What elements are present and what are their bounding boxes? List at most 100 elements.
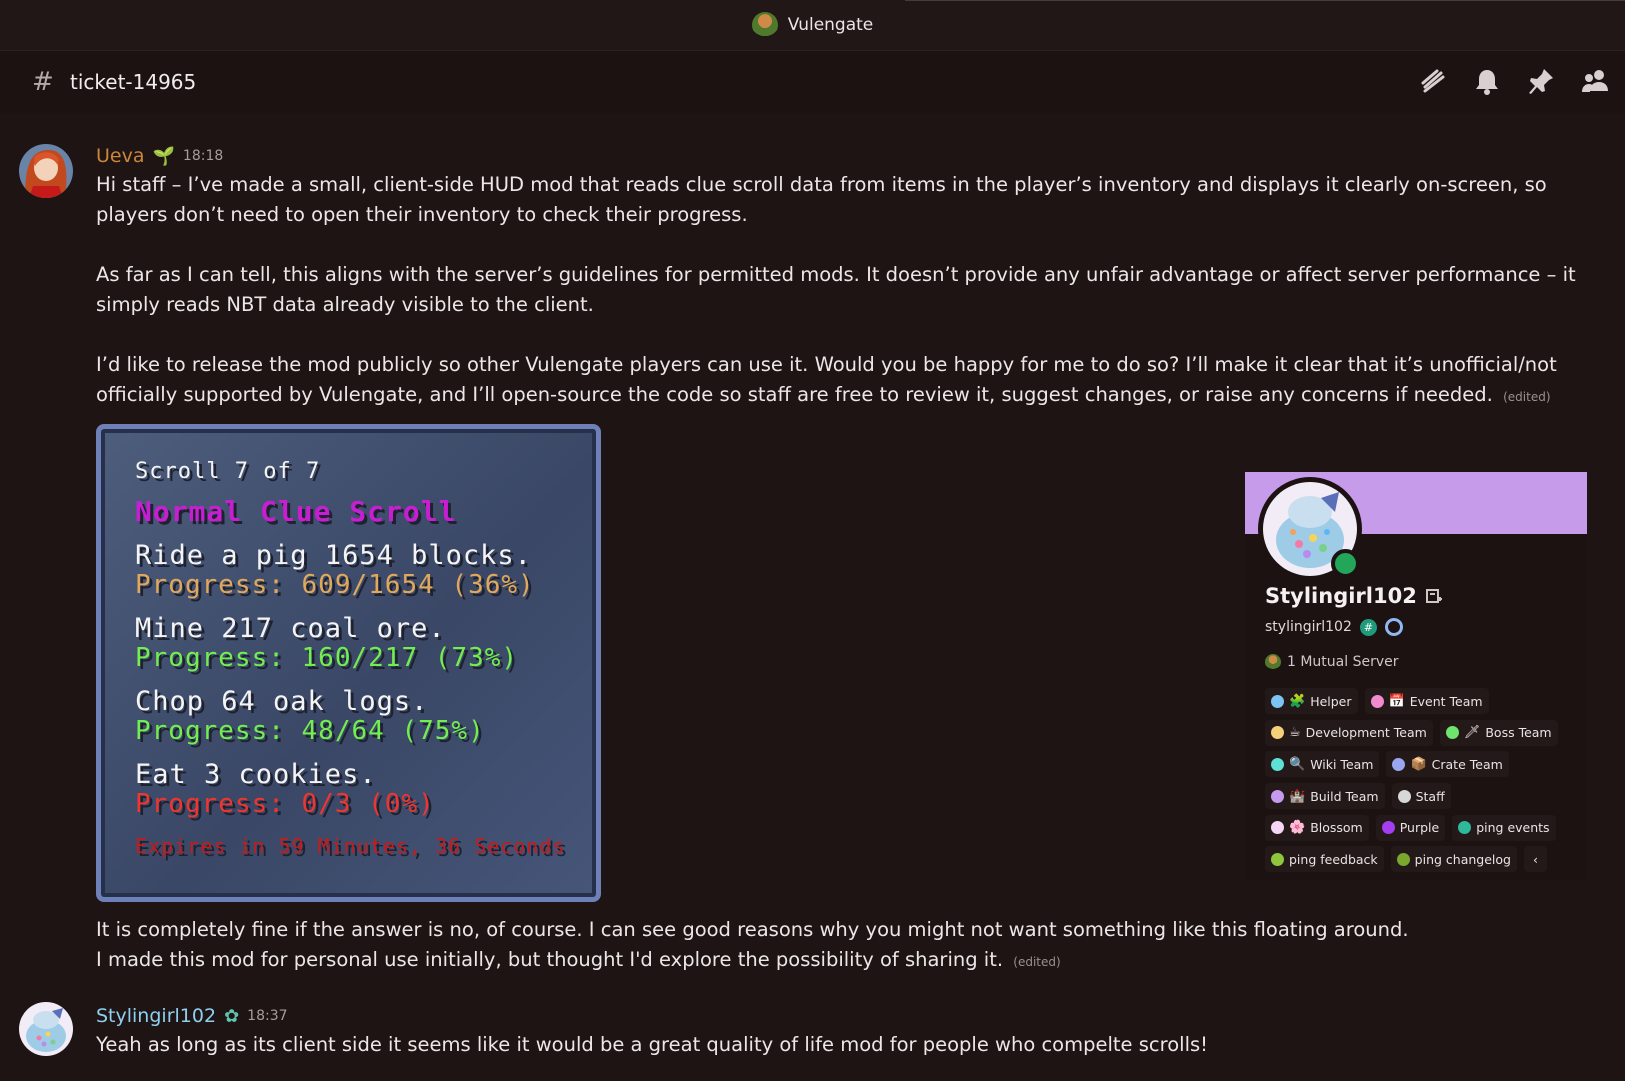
- titlebar-divider: [905, 0, 1625, 1]
- header-toolbar: [1417, 65, 1611, 97]
- message-meta: Ueva 🌱 18:18: [96, 142, 1611, 170]
- role-color-dot: [1396, 852, 1410, 866]
- task-text: Mine 217 coal ore.: [135, 613, 446, 644]
- role-emoji-icon: 🗡: [1463, 725, 1481, 741]
- author-name[interactable]: Ueva: [96, 145, 144, 167]
- message-paragraph: I made this mod for personal use initial…: [96, 945, 1611, 977]
- channel-name: ticket-14965: [70, 70, 197, 94]
- role-color-dot: [1397, 789, 1411, 803]
- hashtag-badge-icon: #: [1359, 618, 1377, 636]
- profile-username: stylingirl102 #: [1265, 618, 1403, 636]
- task-text: Eat 3 cookies.: [135, 759, 377, 790]
- role-color-dot: [1392, 757, 1406, 771]
- threads-icon[interactable]: [1417, 65, 1449, 97]
- task-progress: Progress: 48/64 (75%): [135, 716, 485, 746]
- role-pill[interactable]: 🏰 Build Team: [1265, 783, 1385, 810]
- role-pill[interactable]: Staff: [1391, 783, 1451, 810]
- task-text: Chop 64 oak logs.: [135, 686, 429, 717]
- message-body: Yeah as long as its client side it seems…: [96, 1033, 1208, 1056]
- role-pill[interactable]: ☕ Development Team: [1265, 719, 1433, 746]
- avatar[interactable]: [19, 144, 73, 198]
- role-emoji-icon: 🔍: [1289, 756, 1306, 772]
- role-name: Build Team: [1310, 788, 1379, 804]
- message-paragraph: Hi staff – I’ve made a small, client-sid…: [96, 173, 1547, 226]
- role-pill[interactable]: 🧩 Helper: [1265, 688, 1358, 714]
- mutual-servers[interactable]: 1 Mutual Server: [1265, 654, 1399, 670]
- image-attachment-profile-card[interactable]: Stylingirl102 stylingirl102 # 1 Mutual S…: [1245, 472, 1587, 880]
- online-status-icon: [1331, 549, 1360, 578]
- role-name: Staff: [1415, 788, 1445, 804]
- role-pill[interactable]: ping feedback: [1265, 846, 1384, 873]
- role-emoji-icon: 🌸: [1289, 820, 1306, 836]
- task-progress: Progress: 160/217 (73%): [135, 643, 519, 673]
- sprout-badge-icon: 🌱: [152, 145, 175, 167]
- note-icon[interactable]: [1425, 587, 1443, 605]
- members-icon[interactable]: [1579, 65, 1611, 97]
- scroll-type: Normal Clue Scroll: [135, 495, 457, 528]
- role-color-dot: [1445, 726, 1459, 740]
- role-emoji-icon: 🏰: [1289, 788, 1306, 804]
- expires-text: Expires in 59 Minutes, 36 Seconds: [135, 834, 566, 858]
- author-name[interactable]: Stylingirl102: [96, 1005, 216, 1027]
- role-color-dot: [1381, 821, 1395, 835]
- image-attachment-clue-hud[interactable]: Scroll 7 of 7 Normal Clue Scroll Ride a …: [96, 424, 601, 902]
- edited-label: (edited): [1503, 390, 1551, 404]
- timestamp: 18:18: [182, 148, 224, 164]
- username-text: stylingirl102: [1265, 619, 1352, 635]
- role-pill[interactable]: ping events: [1452, 814, 1556, 841]
- pin-icon[interactable]: [1525, 65, 1557, 97]
- role-pill[interactable]: 🔍 Wiki Team: [1265, 751, 1380, 778]
- task-progress: Progress: 0/3 (0%): [135, 789, 435, 819]
- role-color-dot: [1271, 821, 1284, 835]
- role-color-dot: [1271, 726, 1284, 740]
- role-emoji-icon: 🧩: [1289, 693, 1306, 709]
- window-title: Vulengate: [787, 15, 874, 35]
- nitro-badge-icon: [1384, 618, 1403, 636]
- role-pill[interactable]: 📅 Event Team: [1364, 688, 1489, 714]
- role-pill[interactable]: Purple: [1375, 814, 1446, 841]
- role-color-dot: [1458, 821, 1472, 835]
- server-icon: [751, 12, 778, 38]
- role-name: ping events: [1476, 820, 1550, 836]
- role-name: Wiki Team: [1310, 756, 1374, 772]
- window-titlebar: Vulengate: [0, 0, 1625, 51]
- channel-header: # ticket-14965: [0, 51, 1625, 113]
- avatar[interactable]: [19, 1002, 73, 1056]
- message-paragraph: I’d like to release the mod publicly so …: [96, 350, 1611, 412]
- role-name: Helper: [1310, 693, 1352, 709]
- role-name: Event Team: [1409, 693, 1483, 709]
- message-paragraph: It is completely fine if the answer is n…: [96, 918, 1409, 941]
- role-pill[interactable]: 🗡 Boss Team: [1439, 719, 1558, 746]
- server-icon: [1265, 654, 1281, 670]
- helper-badge-icon: ✿: [224, 1005, 240, 1027]
- role-color-dot: [1271, 852, 1284, 866]
- task-text: Ride a pig 1654 blocks.: [135, 540, 532, 571]
- message-meta: Stylingirl102 ✿ 18:37: [96, 1002, 1611, 1030]
- role-pill[interactable]: ping changelog: [1390, 846, 1517, 873]
- role-pill[interactable]: 🌸 Blossom: [1265, 814, 1369, 841]
- role-name: Blossom: [1310, 820, 1363, 836]
- display-name-text: Stylingirl102: [1265, 584, 1417, 608]
- role-color-dot: [1271, 789, 1284, 803]
- mutual-servers-text: 1 Mutual Server: [1287, 654, 1399, 670]
- role-color-dot: [1271, 757, 1284, 771]
- role-name: Development Team: [1305, 725, 1427, 741]
- task-progress: Progress: 609/1654 (36%): [135, 570, 535, 600]
- role-pill[interactable]: 📦 Crate Team: [1386, 751, 1509, 778]
- scroll-header: Scroll 7 of 7: [135, 459, 321, 484]
- role-color-dot: [1370, 694, 1384, 708]
- profile-display-name: Stylingirl102: [1265, 584, 1443, 608]
- channel-hash-icon: #: [32, 67, 54, 97]
- bell-icon[interactable]: [1471, 65, 1503, 97]
- roles-list: 🧩 Helper 📅 Event Team ☕ Development Team 🗡 B…: [1265, 688, 1585, 878]
- role-emoji-icon: ☕: [1289, 725, 1301, 741]
- message-paragraph: As far as I can tell, this aligns with t…: [96, 263, 1576, 316]
- collapse-roles-button[interactable]: ‹: [1523, 846, 1547, 873]
- role-name: ping feedback: [1289, 851, 1378, 867]
- edited-label: (edited): [1013, 955, 1061, 969]
- role-name: Purple: [1399, 820, 1440, 836]
- role-color-dot: [1271, 694, 1284, 708]
- timestamp: 18:37: [247, 1008, 288, 1024]
- role-name: ping changelog: [1414, 851, 1511, 867]
- message-text: I made this mod for personal use initial…: [96, 948, 1004, 971]
